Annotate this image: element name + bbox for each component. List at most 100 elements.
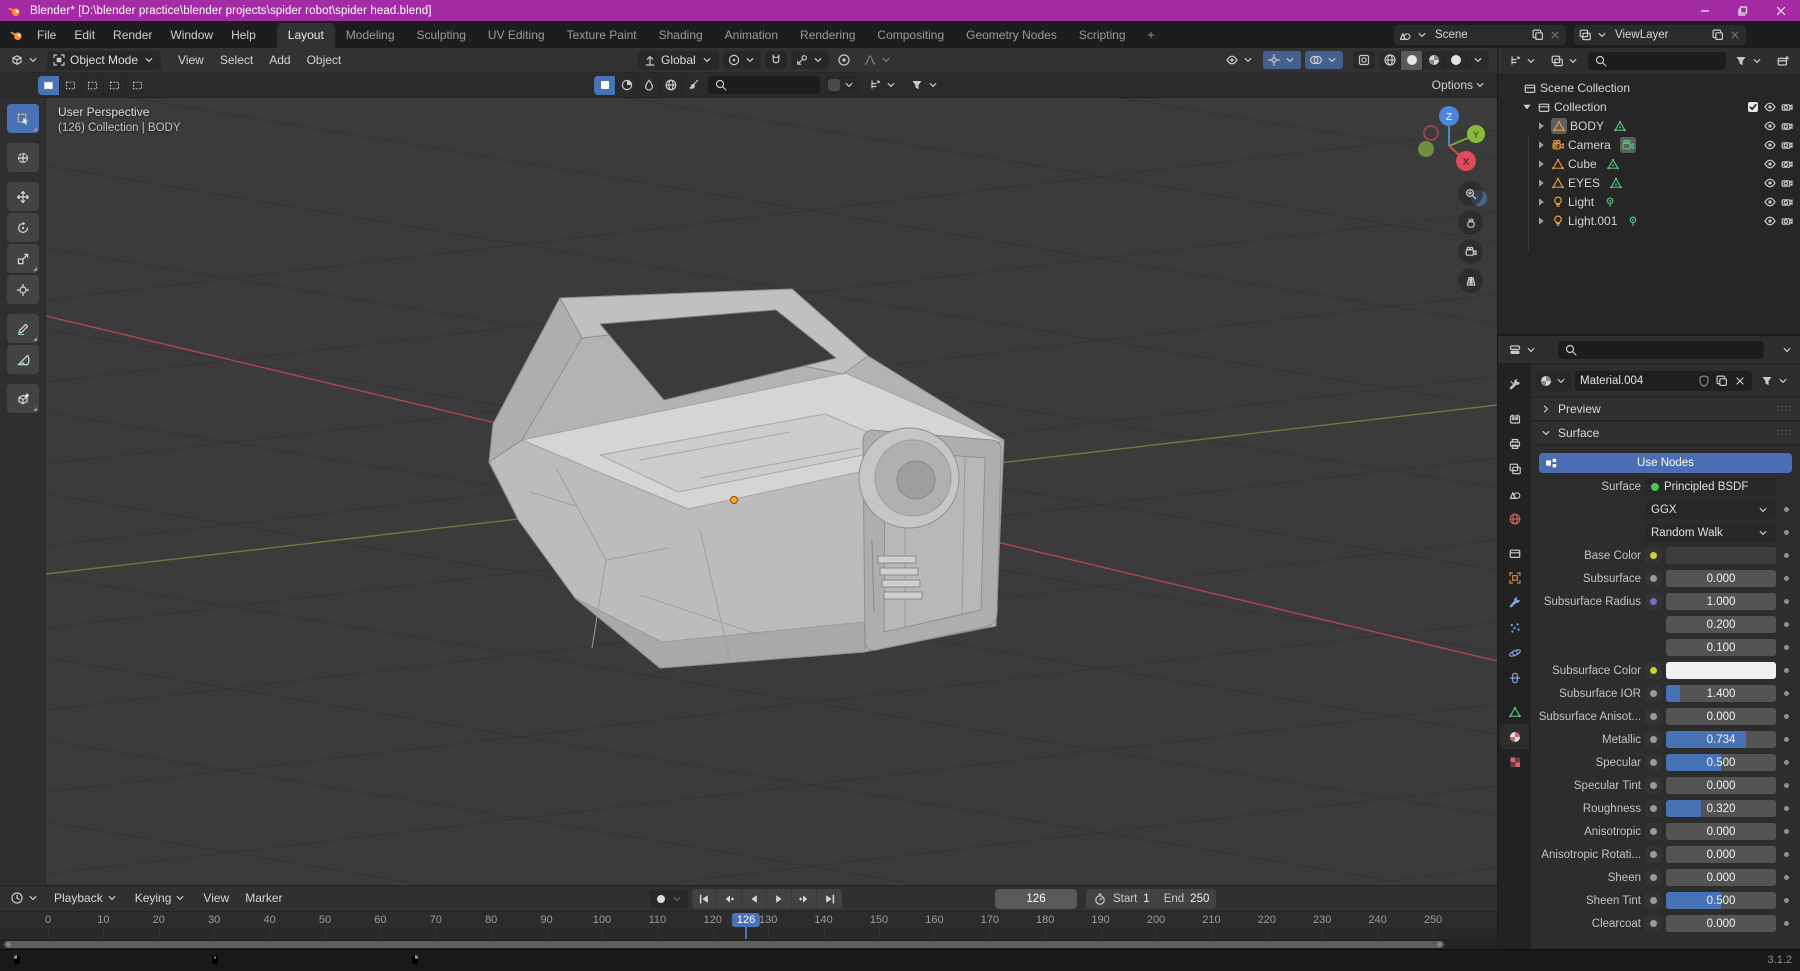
wireframe-shading-button[interactable] xyxy=(1379,51,1401,70)
exclude-checkbox[interactable] xyxy=(1746,100,1760,114)
menu-edit[interactable]: Edit xyxy=(65,25,104,45)
material-name-field[interactable]: Material.004 xyxy=(1575,371,1752,391)
tab-animation[interactable]: Animation xyxy=(714,23,789,48)
value-slider[interactable]: 0.000 xyxy=(1666,777,1776,794)
animate-dot[interactable] xyxy=(1780,576,1792,581)
shield-icon[interactable] xyxy=(1697,374,1711,388)
playhead-line[interactable] xyxy=(745,926,747,939)
animate-dot[interactable] xyxy=(1780,530,1792,535)
tool-cursor-button[interactable] xyxy=(7,143,39,172)
auto-keyframe-button[interactable] xyxy=(650,890,688,908)
value-slider[interactable]: 0.320 xyxy=(1666,800,1776,817)
tab-object-data-button[interactable] xyxy=(1500,699,1529,724)
value-slider[interactable]: 0.500 xyxy=(1666,892,1776,909)
start-frame-value[interactable]: 1 xyxy=(1143,893,1149,905)
material-filter-dropdown[interactable] xyxy=(1756,372,1794,390)
timeline-menu-view[interactable]: View xyxy=(195,888,237,908)
vector-value-field[interactable]: 0.100 xyxy=(1666,639,1776,656)
tab-layout[interactable]: Layout xyxy=(277,23,335,48)
pie-toggle-button[interactable] xyxy=(616,76,638,95)
value-slider[interactable]: 0.000 xyxy=(1666,846,1776,863)
timeline-ruler[interactable]: 0102030405060708090100110120130140150160… xyxy=(0,912,1497,931)
copy-icon[interactable] xyxy=(1531,28,1545,42)
gizmos-toggle[interactable] xyxy=(1263,51,1301,69)
surface-shader-button[interactable]: Principled BSDF xyxy=(1645,478,1776,496)
close-button[interactable] xyxy=(1762,0,1800,21)
panel-drag-handle[interactable]: ∷∷ xyxy=(1777,428,1792,439)
outliner-row-camera[interactable]: Camera xyxy=(1498,135,1800,154)
outliner-editor-type-button[interactable] xyxy=(1504,52,1542,70)
brush-toggle-button[interactable] xyxy=(682,76,704,95)
menu-help[interactable]: Help xyxy=(222,25,265,45)
rendered-shading-button[interactable] xyxy=(1445,51,1467,70)
tab-rendering[interactable]: Rendering xyxy=(789,23,866,48)
pivot-dropdown[interactable] xyxy=(723,51,761,69)
animate-dot[interactable] xyxy=(1780,507,1792,512)
input-socket-button[interactable] xyxy=(1645,869,1662,886)
select-mode-select-invert[interactable] xyxy=(104,76,126,95)
solid-shading-button[interactable] xyxy=(1401,51,1423,70)
globe-toggle-button[interactable] xyxy=(660,76,682,95)
outliner-row-light-001[interactable]: Light.001 xyxy=(1498,211,1800,230)
play-button[interactable] xyxy=(767,889,792,909)
animate-dot[interactable] xyxy=(1780,760,1792,765)
select-mode-select-intersect[interactable] xyxy=(126,76,148,95)
tab-collection-button[interactable] xyxy=(1500,540,1529,565)
outliner-row-scene-collection[interactable]: Scene Collection xyxy=(1498,78,1800,97)
input-socket-button[interactable] xyxy=(1645,593,1662,610)
animate-dot[interactable] xyxy=(1780,898,1792,903)
chevron-right-icon[interactable] xyxy=(1534,157,1548,171)
viewlayer-selector[interactable]: ViewLayer xyxy=(1574,25,1746,45)
snap-target-dropdown[interactable] xyxy=(791,51,829,69)
material-shading-button[interactable] xyxy=(1423,51,1445,70)
tab-physics-button[interactable] xyxy=(1500,640,1529,665)
animate-dot[interactable] xyxy=(1780,645,1792,650)
scene-selector[interactable]: Scene xyxy=(1394,25,1566,45)
animate-dot[interactable] xyxy=(1780,783,1792,788)
tab-modifiers-button[interactable] xyxy=(1500,590,1529,615)
distribution-dropdown[interactable]: GGX xyxy=(1645,501,1776,519)
disable-render-icon[interactable] xyxy=(1780,176,1794,190)
tab-uv-editing[interactable]: UV Editing xyxy=(477,23,556,48)
tab-object-button[interactable] xyxy=(1500,565,1529,590)
swatch-dropdown[interactable] xyxy=(824,76,860,94)
animate-dot[interactable] xyxy=(1780,829,1792,834)
funnel-filter-dropdown[interactable] xyxy=(906,76,944,94)
value-slider[interactable]: 0.000 xyxy=(1666,570,1776,587)
falloff-dropdown[interactable] xyxy=(859,51,897,69)
viewport-menu-add[interactable]: Add xyxy=(261,50,298,70)
hide-eye-icon[interactable] xyxy=(1763,195,1777,209)
outliner-row-eyes[interactable]: EYES xyxy=(1498,173,1800,192)
animate-dot[interactable] xyxy=(1780,622,1792,627)
disable-render-icon[interactable] xyxy=(1780,119,1794,133)
viewport-menu-object[interactable]: Object xyxy=(299,50,350,70)
overlays-toggle[interactable] xyxy=(1305,51,1343,69)
tab-compositing[interactable]: Compositing xyxy=(866,23,955,48)
next-keyframe-button[interactable] xyxy=(792,889,817,909)
chevron-right-icon[interactable] xyxy=(1534,138,1548,152)
tab-render-button[interactable] xyxy=(1500,406,1529,431)
input-socket-button[interactable] xyxy=(1645,731,1662,748)
input-socket-button[interactable] xyxy=(1645,777,1662,794)
animate-dot[interactable] xyxy=(1780,691,1792,696)
tab-scene-button[interactable] xyxy=(1500,481,1529,506)
input-socket-button[interactable] xyxy=(1645,915,1662,932)
color-swatch-button[interactable] xyxy=(1666,662,1776,679)
outliner-filter-dropdown[interactable] xyxy=(1730,52,1768,70)
orientation-dropdown[interactable]: Global xyxy=(638,51,719,70)
value-slider[interactable]: 0.000 xyxy=(1666,708,1776,725)
minimize-button[interactable] xyxy=(1686,0,1724,21)
menu-window[interactable]: Window xyxy=(161,25,222,45)
outliner-display-mode-dropdown[interactable] xyxy=(1546,52,1584,70)
close-x-icon[interactable] xyxy=(1733,374,1747,388)
tool-search-input[interactable] xyxy=(708,76,820,94)
tab-geometry-nodes[interactable]: Geometry Nodes xyxy=(955,23,1068,48)
tool-measure-button[interactable] xyxy=(7,345,39,374)
surface-panel-header[interactable]: Surface ∷∷ xyxy=(1531,421,1800,445)
shading-dropdown[interactable] xyxy=(1467,51,1489,70)
tool-select-box-button[interactable] xyxy=(7,104,39,133)
value-slider[interactable]: 0.734 xyxy=(1666,731,1776,748)
hide-eye-icon[interactable] xyxy=(1763,119,1777,133)
tool-transform-button[interactable] xyxy=(7,275,39,304)
timeline-editor-type-button[interactable] xyxy=(6,889,44,907)
